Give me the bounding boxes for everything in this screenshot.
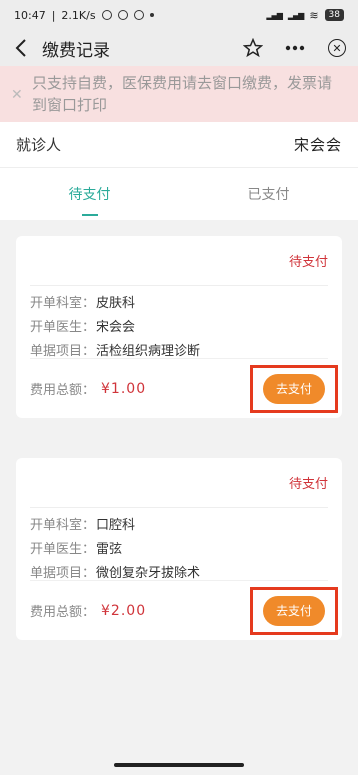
- app-notification-icon: [117, 10, 128, 20]
- signal-hd-icon: ▂▄▆: [287, 10, 305, 20]
- highlight-box: 去支付: [250, 364, 338, 413]
- bill-card: 待支付 开单科室： 皮肤科 开单医生： 宋会会 单据项目： 活检组织病理诊断 费…: [16, 236, 342, 418]
- bill-footer: 费用总额： ¥1.00 去支付: [30, 358, 338, 418]
- dept-key: 开单科室：: [30, 518, 96, 533]
- patient-label: 就诊人: [16, 136, 62, 154]
- wifi-icon: ≋: [309, 8, 319, 22]
- dept-value: 皮肤科: [96, 296, 136, 311]
- dept-row: 开单科室： 口腔科: [30, 514, 328, 538]
- total-amount: ¥1.00: [101, 380, 147, 397]
- bill-footer: 费用总额： ¥2.00 去支付: [30, 580, 338, 640]
- patient-row[interactable]: 就诊人 宋会会: [0, 122, 358, 168]
- page-title: 缴费记录: [42, 40, 110, 61]
- tab-paid-label: 已支付: [247, 187, 290, 203]
- bill-status: 待支付: [30, 236, 328, 286]
- battery-icon: 38: [324, 9, 344, 21]
- signal-icon: ▂▄▆: [266, 10, 283, 20]
- more-notifications-icon: [149, 13, 154, 17]
- tab-paid[interactable]: 已支付: [179, 168, 358, 220]
- home-indicator[interactable]: [114, 763, 244, 767]
- doctor-value: 雷弦: [96, 542, 123, 557]
- pay-button[interactable]: 去支付: [263, 595, 325, 626]
- more-icon[interactable]: [284, 37, 306, 59]
- doctor-row: 开单医生： 宋会会: [30, 316, 328, 340]
- tab-pending[interactable]: 待支付: [0, 168, 179, 220]
- status-bar: 10:47 | 2.1K/s ▂▄▆ ▂▄▆ ≋ 38: [0, 0, 358, 30]
- total-key: 费用总额：: [30, 383, 96, 398]
- notice-text: 只支持自费，医保费用请去窗口缴费，发票请到窗口打印: [32, 74, 333, 114]
- highlight-box: 去支付: [250, 586, 338, 635]
- doctor-value: 宋会会: [96, 320, 136, 335]
- back-icon[interactable]: [10, 37, 32, 59]
- tab-pending-label: 待支付: [68, 187, 111, 203]
- patient-name: 宋会会: [293, 136, 342, 154]
- status-time: 10:47: [14, 8, 46, 22]
- dept-value: 口腔科: [96, 518, 136, 533]
- pay-button[interactable]: 去支付: [263, 373, 325, 404]
- nav-bar: 缴费记录 ✕: [0, 30, 358, 66]
- doctor-key: 开单医生：: [30, 542, 96, 557]
- network-speed: 2.1K/s: [61, 8, 96, 22]
- camera-notification-icon: [133, 10, 144, 20]
- dept-key: 开单科室：: [30, 296, 96, 311]
- bill-status: 待支付: [30, 458, 328, 508]
- dept-row: 开单科室： 皮肤科: [30, 292, 328, 316]
- dismiss-notice-icon[interactable]: ✕: [11, 84, 23, 106]
- star-icon[interactable]: [242, 37, 264, 59]
- status-separator: |: [51, 8, 56, 22]
- total-amount: ¥2.00: [101, 602, 147, 619]
- total-key: 费用总额：: [30, 605, 96, 620]
- doctor-key: 开单医生：: [30, 320, 96, 335]
- close-icon[interactable]: ✕: [326, 37, 348, 59]
- alarm-icon: [101, 10, 112, 20]
- battery-level: 38: [328, 10, 340, 20]
- payment-tabs: 待支付 已支付: [0, 168, 358, 220]
- notice-banner: ✕ 只支持自费，医保费用请去窗口缴费，发票请到窗口打印: [0, 66, 358, 122]
- bill-card: 待支付 开单科室： 口腔科 开单医生： 雷弦 单据项目： 微创复杂牙拔除术 费用…: [16, 458, 342, 640]
- doctor-row: 开单医生： 雷弦: [30, 538, 328, 562]
